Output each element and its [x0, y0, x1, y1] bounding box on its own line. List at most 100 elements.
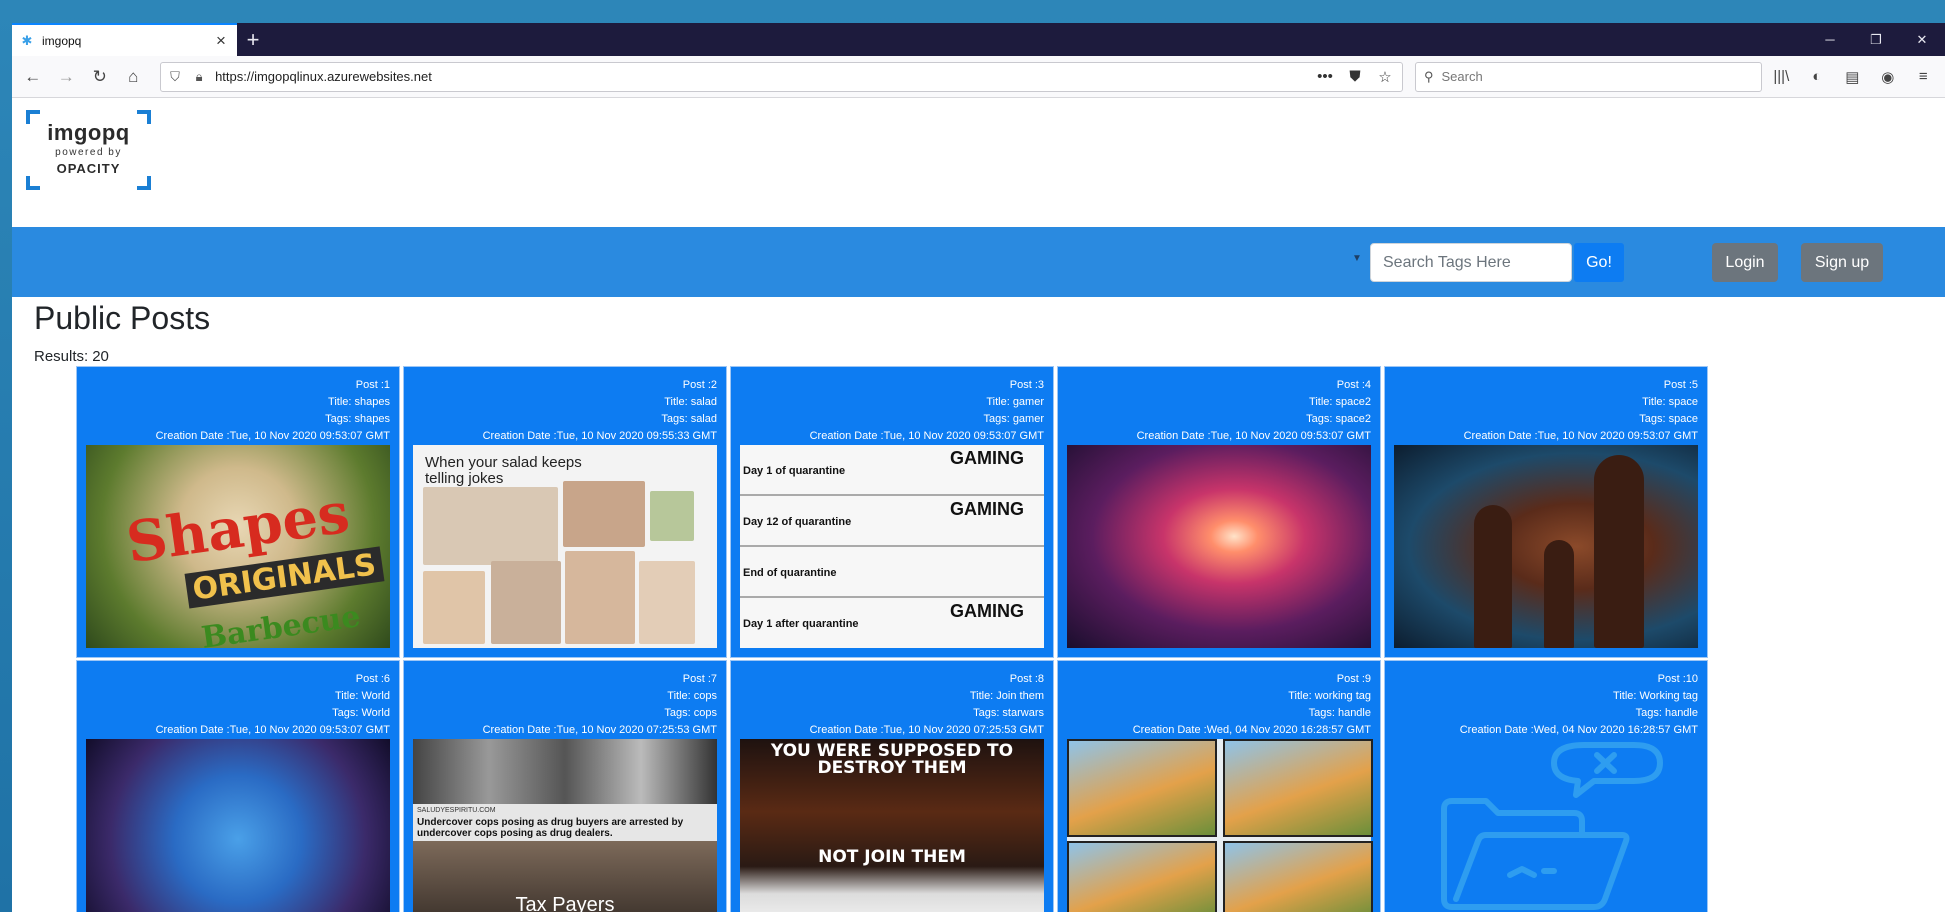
post-date: Creation Date :Tue, 10 Nov 2020 09:53:07…: [1463, 430, 1698, 442]
post-date: Creation Date :Wed, 04 Nov 2020 16:28:57…: [1132, 724, 1371, 736]
logo-brand: OPACITY: [56, 161, 121, 176]
post-title: Title: World: [334, 690, 390, 702]
post-number: Post :9: [1336, 673, 1371, 685]
post-image[interactable]: [1394, 445, 1698, 648]
browser-window: ✱ imgopq × + ─ ❐ ✕ ← → ↻ ⌂ ⛉ 🔒︎ https://…: [12, 23, 1945, 912]
reload-icon[interactable]: ↻: [85, 62, 115, 92]
post-title: Title: cops: [667, 690, 717, 702]
page-title: Public Posts: [34, 300, 211, 336]
back-icon[interactable]: ←: [18, 62, 48, 92]
post-date: Creation Date :Tue, 10 Nov 2020 07:25:53…: [482, 724, 717, 736]
post-number: Post :2: [682, 379, 717, 391]
lock-icon[interactable]: 🔒︎: [191, 69, 207, 85]
results-label: Results:: [34, 348, 89, 365]
post-tags: Tags: handle: [1308, 707, 1371, 719]
post-tags: Tags: shapes: [325, 413, 390, 425]
results-number: 20: [92, 348, 109, 365]
browser-search-bar[interactable]: ⚲: [1414, 61, 1762, 92]
post-title: Title: working tag: [1288, 690, 1371, 702]
post-image[interactable]: SALUDYESPIRITU.COM Undercover cops posin…: [413, 739, 717, 912]
post-image[interactable]: When your salad keeps telling jokes: [413, 445, 717, 648]
tab-bar: ✱ imgopq × + ─ ❐ ✕: [12, 23, 1945, 56]
post-number: Post :5: [1663, 379, 1698, 391]
account-icon[interactable]: ◉: [1872, 62, 1903, 92]
site-navbar: ▼ Go! Login Sign up: [12, 227, 1945, 297]
post-image[interactable]: Shapes ORIGINALS Barbecue: [86, 445, 390, 656]
missing-image-folder-icon: [1394, 739, 1698, 912]
post-title: Title: space: [1642, 396, 1698, 408]
login-button[interactable]: Login: [1712, 243, 1778, 282]
restore-icon[interactable]: ❐: [1853, 23, 1899, 56]
minimize-icon[interactable]: ─: [1807, 23, 1853, 56]
post-date: Creation Date :Tue, 10 Nov 2020 09:53:07…: [155, 724, 390, 736]
atom-favicon-icon: ✱: [21, 32, 33, 48]
post-number: Post :4: [1336, 379, 1371, 391]
page-content: imgopq powered by OPACITY ▼ Go! Login Si…: [12, 98, 1945, 912]
pocket-icon[interactable]: ⛊: [1344, 68, 1366, 85]
post-title: Title: gamer: [986, 396, 1044, 408]
logo-subtitle: powered by: [55, 147, 122, 158]
signup-button[interactable]: Sign up: [1801, 243, 1883, 282]
post-tags: Tags: gamer: [983, 413, 1044, 425]
post-tags: Tags: space: [1639, 413, 1698, 425]
post-number: Post :3: [1009, 379, 1044, 391]
post-title: Title: shapes: [328, 396, 390, 408]
post-card[interactable]: Post :6 Title: World Tags: World Creatio…: [76, 660, 400, 912]
post-date: Creation Date :Wed, 04 Nov 2020 16:28:57…: [1459, 724, 1698, 736]
post-title: Title: salad: [664, 396, 717, 408]
post-card[interactable]: Post :5 Title: space Tags: space Creatio…: [1384, 366, 1708, 658]
post-number: Post :1: [355, 379, 390, 391]
post-tags: Tags: cops: [664, 707, 717, 719]
post-image[interactable]: Day 1 of quarantine GAMING Day 12 of qua…: [740, 445, 1044, 648]
post-card[interactable]: Post :1 Title: shapes Tags: shapes Creat…: [76, 366, 400, 658]
post-card[interactable]: Post :2 Title: salad Tags: salad Creatio…: [403, 366, 727, 658]
tab-title: imgopq: [42, 33, 82, 48]
post-card[interactable]: Post :3 Title: gamer Tags: gamer Creatio…: [730, 366, 1054, 658]
post-number: Post :8: [1009, 673, 1044, 685]
post-number: Post :7: [682, 673, 717, 685]
close-window-icon[interactable]: ✕: [1899, 23, 1945, 56]
bookmark-star-icon[interactable]: ☆: [1374, 68, 1396, 86]
post-title: Title: Working tag: [1613, 690, 1698, 702]
post-image[interactable]: YOU WERE SUPPOSED TO DESTROY THEM NOT JO…: [740, 739, 1044, 912]
results-count: Results: 20: [34, 348, 109, 365]
post-tags: Tags: handle: [1635, 707, 1698, 719]
post-number: Post :10: [1657, 673, 1698, 685]
post-card[interactable]: Post :7 Title: cops Tags: cops Creation …: [403, 660, 727, 912]
post-date: Creation Date :Tue, 10 Nov 2020 09:53:07…: [1136, 430, 1371, 442]
home-icon[interactable]: ⌂: [119, 62, 149, 92]
post-card[interactable]: Post :8 Title: Join them Tags: starwars …: [730, 660, 1054, 912]
browser-tab[interactable]: ✱ imgopq ×: [12, 23, 237, 56]
post-date: Creation Date :Tue, 10 Nov 2020 09:53:07…: [809, 430, 1044, 442]
post-image[interactable]: [86, 739, 390, 912]
browser-search-input[interactable]: [1441, 69, 1753, 84]
menu-icon[interactable]: ≡: [1908, 62, 1939, 92]
sidebar-icon[interactable]: ▤: [1837, 62, 1868, 92]
new-tab-button[interactable]: +: [237, 23, 269, 56]
shield-icon[interactable]: ⛉: [167, 69, 183, 85]
post-card[interactable]: Post :9 Title: working tag Tags: handle …: [1057, 660, 1381, 912]
forward-icon[interactable]: →: [52, 62, 82, 92]
post-card[interactable]: Post :4 Title: space2 Tags: space2 Creat…: [1057, 366, 1381, 658]
sync-icon[interactable]: ◐: [1801, 62, 1832, 92]
post-tags: Tags: World: [332, 707, 390, 719]
post-date: Creation Date :Tue, 10 Nov 2020 09:53:07…: [155, 430, 390, 442]
page-actions-icon[interactable]: •••: [1314, 68, 1336, 85]
url-bar[interactable]: ⛉ 🔒︎ https://imgopqlinux.azurewebsites.n…: [160, 61, 1403, 92]
close-tab-icon[interactable]: ×: [213, 31, 229, 51]
post-image[interactable]: [1067, 445, 1371, 648]
tag-search-input[interactable]: [1370, 243, 1572, 282]
post-image[interactable]: [1067, 739, 1373, 912]
window-controls: ─ ❐ ✕: [1807, 23, 1945, 56]
post-number: Post :6: [355, 673, 390, 685]
post-tags: Tags: space2: [1306, 413, 1371, 425]
dropdown-caret-icon[interactable]: ▼: [1352, 253, 1362, 264]
library-icon[interactable]: |||\: [1766, 62, 1797, 92]
site-logo[interactable]: imgopq powered by OPACITY: [26, 110, 151, 190]
go-button[interactable]: Go!: [1574, 243, 1624, 282]
url-text[interactable]: https://imgopqlinux.azurewebsites.net: [215, 69, 1306, 84]
post-tags: Tags: salad: [661, 413, 717, 425]
post-date: Creation Date :Tue, 10 Nov 2020 07:25:53…: [809, 724, 1044, 736]
post-date: Creation Date :Tue, 10 Nov 2020 09:55:33…: [482, 430, 717, 442]
post-card[interactable]: Post :10 Title: Working tag Tags: handle…: [1384, 660, 1708, 912]
